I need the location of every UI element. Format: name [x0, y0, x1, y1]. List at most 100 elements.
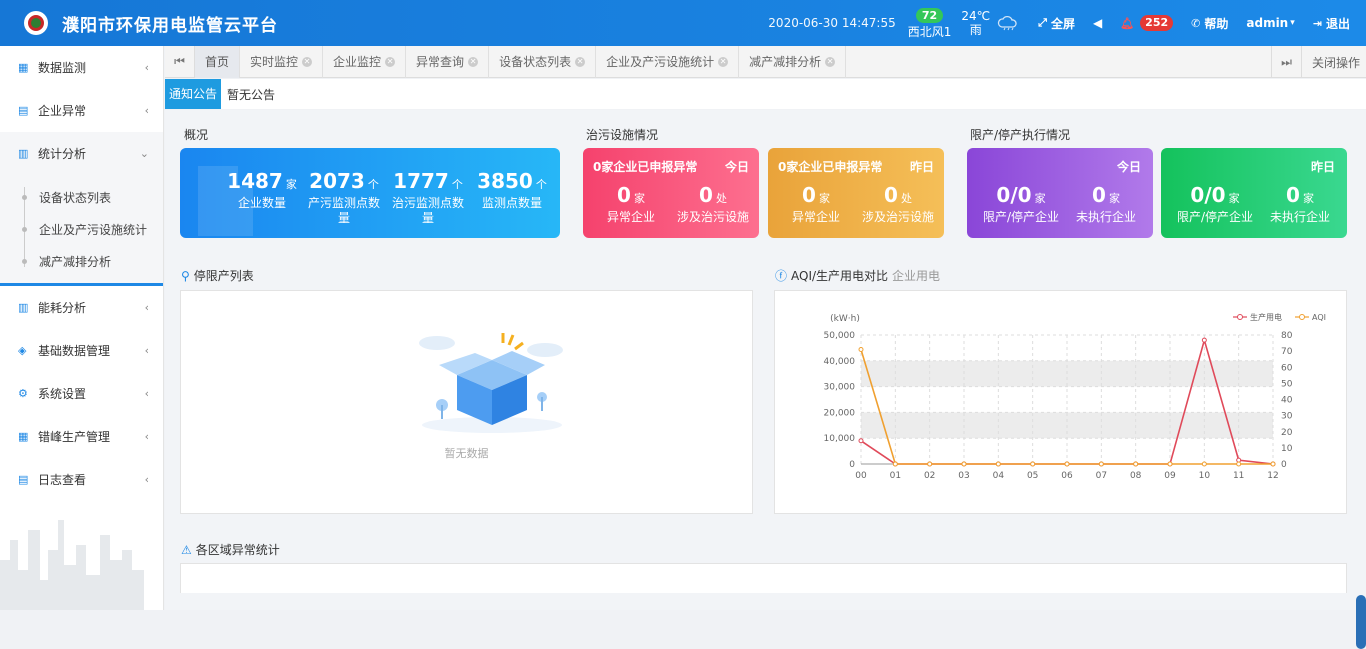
x-tick-label: 02: [924, 471, 935, 481]
empty-box-illustration: [419, 333, 563, 433]
city-skyline-decoration: [0, 520, 144, 610]
x-tick-label: 10: [1199, 471, 1211, 481]
expand-icon: ⤢: [1038, 16, 1047, 29]
limit-card-today: 今日 0/0 家限产/停产企业 0 家未执行企业: [967, 148, 1153, 238]
series-point-1: [1064, 461, 1070, 467]
volume-button[interactable]: ◀: [1093, 16, 1102, 30]
chevron-left-icon: ‹: [144, 61, 149, 74]
stat-treatment-points: 1777 个治污监测点数量: [391, 169, 464, 225]
fullscreen-button[interactable]: ⤢ 全屏: [1038, 15, 1075, 32]
x-tick-label: 08: [1130, 471, 1142, 481]
warning-icon: ⚠: [181, 542, 192, 557]
y-axis-label: (kW·h): [830, 314, 860, 324]
overview-card: 1487 家企业数量 2073 个产污监测点数量 1777 个治污监测点数量 3850…: [180, 148, 560, 238]
report-icon: ▤: [18, 473, 29, 486]
chevron-left-icon: ‹: [144, 344, 149, 357]
vertical-scrollbar[interactable]: [1356, 595, 1366, 649]
header: 濮阳市环保用电监管云平台 2020-06-30 14:47:55 72 西北风1…: [0, 0, 1366, 46]
tab-enterprise-facility[interactable]: 企业及产污设施统计 ✕: [596, 45, 740, 78]
close-icon[interactable]: ✕: [385, 56, 396, 67]
close-icon[interactable]: ✕: [468, 56, 479, 67]
sidebar: ▦ 数据监测 ‹ ▤ 企业异常 ‹ ▥ 统计分析 ⌄ 设备状态列表 企业及产污设施统计 减产…: [0, 46, 164, 610]
lightning-icon: ⓕ: [775, 269, 788, 283]
stoplist-panel: 暂无数据: [180, 290, 753, 514]
y2-tick-label: 0: [1281, 460, 1287, 470]
aqi-badge: 72: [915, 7, 944, 23]
x-tick-label: 12: [1267, 471, 1278, 481]
sidebar-item-energy[interactable]: ▥ 能耗分析 ‹: [0, 286, 163, 329]
tab-abnormal-query[interactable]: 异常查询 ✕: [406, 45, 490, 78]
tab-home[interactable]: 首页: [195, 45, 241, 78]
sidebar-item-peak-shift[interactable]: ▦ 错峰生产管理 ‹: [0, 415, 163, 458]
close-icon[interactable]: ✕: [302, 56, 313, 67]
series-point-1: [961, 461, 967, 467]
faucet-icon: ⚲: [181, 268, 190, 283]
chevron-left-icon: ‹: [144, 301, 149, 314]
bar-chart-icon: ▥: [18, 147, 29, 160]
logout-button[interactable]: ⇥ 退出: [1313, 15, 1350, 32]
layers-icon: ◈: [18, 344, 27, 357]
aqi-panel-title: ⓕ AQI/生产用电对比 企业用电: [775, 267, 941, 284]
close-icon[interactable]: ✕: [575, 56, 586, 67]
x-tick-label: 03: [958, 471, 969, 481]
series-point-1: [1133, 461, 1139, 467]
y2-tick-label: 20: [1281, 428, 1293, 438]
phone-icon: ✆: [1191, 16, 1201, 30]
sidebar-item-data-monitor[interactable]: ▦ 数据监测 ‹: [0, 46, 163, 89]
tab-scroll-left-button[interactable]: ⏮: [165, 45, 195, 78]
close-icon[interactable]: ✕: [718, 56, 729, 67]
sidebar-item-basic-data[interactable]: ◈ 基础数据管理 ‹: [0, 329, 163, 372]
help-button[interactable]: ✆ 帮助: [1191, 15, 1228, 32]
series-point-1: [892, 461, 898, 467]
stat-monitor-points: 3850 个监测点数量: [477, 169, 547, 210]
calendar-icon: ▦: [18, 430, 29, 443]
x-tick-label: 04: [993, 471, 1005, 481]
x-tick-label: 09: [1164, 471, 1176, 481]
close-icon[interactable]: ✕: [825, 56, 836, 67]
sidebar-sub-device-status[interactable]: 设备状态列表: [0, 181, 163, 213]
aqi-chart-panel: 0 10,000 20,000 30,000 40,000 50,000 0 10 20 30 40…: [774, 290, 1347, 514]
enterprise-power-link[interactable]: 企业用电: [892, 267, 940, 284]
aqi-power-chart: 010,00020,00030,00040,00050,000010203040…: [824, 312, 1327, 481]
notice-button[interactable]: 通知公告: [165, 79, 222, 109]
tab-device-status[interactable]: 设备状态列表 ✕: [489, 45, 597, 78]
stat-enterprise-count: 1487 家企业数量: [227, 169, 297, 210]
y-tick-label: 40,000: [824, 357, 856, 367]
alerts-button[interactable]: 🔔︎ 252: [1120, 15, 1174, 31]
y-tick-label: 30,000: [824, 383, 856, 393]
chevron-left-icon: ‹: [144, 104, 149, 117]
wind: 西北风1: [907, 24, 952, 39]
logo: [24, 11, 48, 35]
notice-bar: 通知公告 暂无公告: [165, 79, 1366, 109]
sidebar-item-enterprise-abnormal[interactable]: ▤ 企业异常 ‹: [0, 89, 163, 132]
sidebar-sub-enterprise-facility[interactable]: 企业及产污设施统计: [0, 213, 163, 245]
tab-realtime[interactable]: 实时监控 ✕: [240, 45, 324, 78]
x-tick-label: 11: [1233, 471, 1244, 481]
y2-tick-label: 70: [1281, 347, 1293, 357]
y-tick-label: 50,000: [824, 331, 856, 341]
region-panel: [180, 563, 1347, 593]
chevron-down-icon: ⌄: [139, 147, 149, 160]
sidebar-item-statistics[interactable]: ▥ 统计分析 ⌄: [0, 132, 163, 175]
close-operations-button[interactable]: 关闭操作: [1300, 46, 1366, 78]
alerts-badge: 252: [1140, 15, 1174, 31]
notice-text: 暂无公告: [227, 87, 276, 102]
legend-label-0: 生产用电: [1250, 312, 1282, 322]
sidebar-sub-reduction-analysis[interactable]: 减产减排分析: [0, 245, 163, 277]
user-menu[interactable]: admin ▾: [1246, 16, 1294, 30]
y-tick-label: 10,000: [824, 434, 856, 444]
tab-enterprise-monitor[interactable]: 企业监控 ✕: [323, 45, 407, 78]
tab-reduction[interactable]: 减产减排分析 ✕: [739, 45, 847, 78]
series-point-1: [1167, 461, 1173, 467]
tab-scroll-right-button[interactable]: ⏭: [1270, 46, 1301, 78]
series-point-1: [995, 461, 1001, 467]
legend-marker-0: [1237, 314, 1243, 320]
main-content: 概况 治污设施情况 限产/停产执行情况 1487 家企业数量 2073 个产污监测点…: [165, 110, 1366, 649]
x-tick-label: 05: [1027, 471, 1038, 481]
facility-title: 治污设施情况: [586, 128, 659, 142]
y2-tick-label: 80: [1281, 331, 1293, 341]
chevron-left-icon: ‹: [144, 473, 149, 486]
sidebar-item-settings[interactable]: ⚙ 系统设置 ‹: [0, 372, 163, 415]
y-tick-label: 20,000: [824, 408, 856, 418]
legend-marker-1: [1299, 314, 1305, 320]
